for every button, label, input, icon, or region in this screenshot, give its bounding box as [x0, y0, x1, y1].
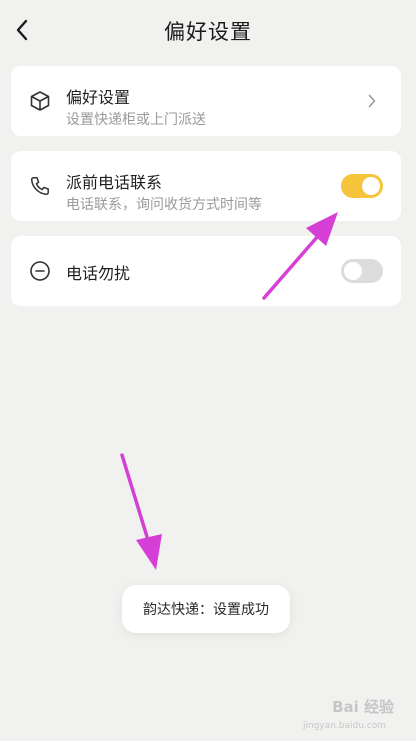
- minus-circle-icon: [29, 260, 51, 282]
- row-subtitle: 设置快递柜或上门派送: [66, 112, 206, 128]
- pre-delivery-call-toggle[interactable]: [341, 174, 383, 198]
- watermark-logo: Bai 经验: [332, 698, 394, 716]
- arrow-to-toast: [120, 453, 162, 570]
- row-subtitle: 电话联系，询问收货方式时间等: [66, 197, 262, 213]
- preference-setting-row[interactable]: 偏好设置 设置快递柜或上门派送: [11, 66, 401, 136]
- phone-icon: [29, 175, 51, 197]
- toast-message: 韵达快递：设置成功: [122, 585, 290, 633]
- watermark-url: jingyan.baidu.com: [302, 721, 386, 731]
- box-icon: [29, 90, 51, 112]
- chevron-right-icon: [365, 94, 379, 108]
- page-title: 偏好设置: [164, 20, 252, 44]
- row-title: 偏好设置: [66, 88, 131, 107]
- toggle-knob: [344, 262, 362, 280]
- do-not-disturb-toggle[interactable]: [341, 259, 383, 283]
- row-title: 派前电话联系: [66, 173, 163, 192]
- pre-delivery-call-row: 派前电话联系 电话联系，询问收货方式时间等: [11, 151, 401, 221]
- do-not-disturb-row: 电话勿扰: [11, 236, 401, 306]
- row-title: 电话勿扰: [66, 264, 131, 283]
- header: 偏好设置: [0, 0, 416, 62]
- toggle-knob: [362, 177, 380, 195]
